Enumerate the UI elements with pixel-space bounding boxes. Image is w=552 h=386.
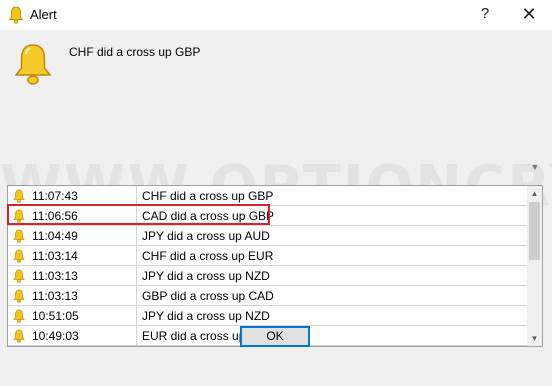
bell-icon <box>13 269 25 283</box>
chevron-down-icon[interactable]: ▼ <box>528 160 542 174</box>
bell-icon <box>8 6 24 24</box>
time-cell: 10:49:03 <box>8 326 137 346</box>
chevron-up-icon[interactable]: ▲ <box>527 186 542 201</box>
vertical-scrollbar[interactable]: ▲ ▼ <box>527 186 542 346</box>
bell-icon <box>13 209 25 223</box>
table-row[interactable]: 11:04:49 JPY did a cross up AUD <box>8 226 527 246</box>
ok-button[interactable]: OK <box>240 326 310 347</box>
alert-time: 11:03:13 <box>32 269 78 283</box>
alert-text: JPY did a cross up NZD <box>142 269 270 283</box>
table-row[interactable]: 11:07:43 CHF did a cross up GBP <box>8 186 527 206</box>
title-bar: Alert ? ✕ <box>0 0 552 30</box>
time-cell: 10:51:05 <box>8 306 137 326</box>
alert-time: 11:03:14 <box>32 249 78 263</box>
alert-text: JPY did a cross up AUD <box>142 229 270 243</box>
time-cell: 11:03:13 <box>8 266 137 286</box>
alert-bell-icon <box>12 42 54 86</box>
time-cell: 11:06:56 <box>8 206 137 226</box>
bell-icon <box>13 249 25 263</box>
table-row[interactable]: 11:06:56 CAD did a cross up GBP <box>8 206 527 226</box>
bell-icon <box>13 189 25 203</box>
bell-icon <box>13 229 25 243</box>
table-row[interactable]: 11:03:13 JPY did a cross up NZD <box>8 266 527 286</box>
alert-time: 11:06:56 <box>32 209 78 223</box>
bell-icon <box>13 329 25 343</box>
time-cell: 11:03:14 <box>8 246 137 266</box>
chevron-down-icon[interactable]: ▼ <box>527 331 542 346</box>
close-button[interactable]: ✕ <box>514 0 544 28</box>
table-row[interactable]: 11:03:13 GBP did a cross up CAD <box>8 286 527 306</box>
alert-time: 11:03:13 <box>32 289 78 303</box>
alert-text: JPY did a cross up NZD <box>142 309 270 323</box>
alert-text: CHF did a cross up GBP <box>142 189 274 203</box>
help-button[interactable]: ? <box>470 0 500 28</box>
alert-text: GBP did a cross up CAD <box>142 289 274 303</box>
time-cell: 11:07:43 <box>8 186 137 206</box>
bell-icon <box>13 289 25 303</box>
scrollbar-thumb[interactable] <box>529 202 540 260</box>
alert-time: 10:49:03 <box>32 329 79 343</box>
alert-message: CHF did a cross up GBP <box>69 45 201 59</box>
table-row[interactable]: 11:03:14 CHF did a cross up EUR <box>8 246 527 266</box>
table-row[interactable]: 10:51:05 JPY did a cross up NZD <box>8 306 527 326</box>
alert-time: 10:51:05 <box>32 309 79 323</box>
window-title: Alert <box>30 7 57 22</box>
time-cell: 11:03:13 <box>8 286 137 306</box>
alert-time: 11:04:49 <box>32 229 78 243</box>
alert-text: CHF did a cross up EUR <box>142 249 274 263</box>
time-cell: 11:04:49 <box>8 226 137 246</box>
alert-text: CAD did a cross up GBP <box>142 209 275 223</box>
alert-rows: 11:07:43 CHF did a cross up GBP 11:06:56… <box>8 186 527 346</box>
alert-list[interactable]: 11:07:43 CHF did a cross up GBP 11:06:56… <box>7 185 543 347</box>
bell-icon <box>13 309 25 323</box>
alert-time: 11:07:43 <box>32 189 78 203</box>
